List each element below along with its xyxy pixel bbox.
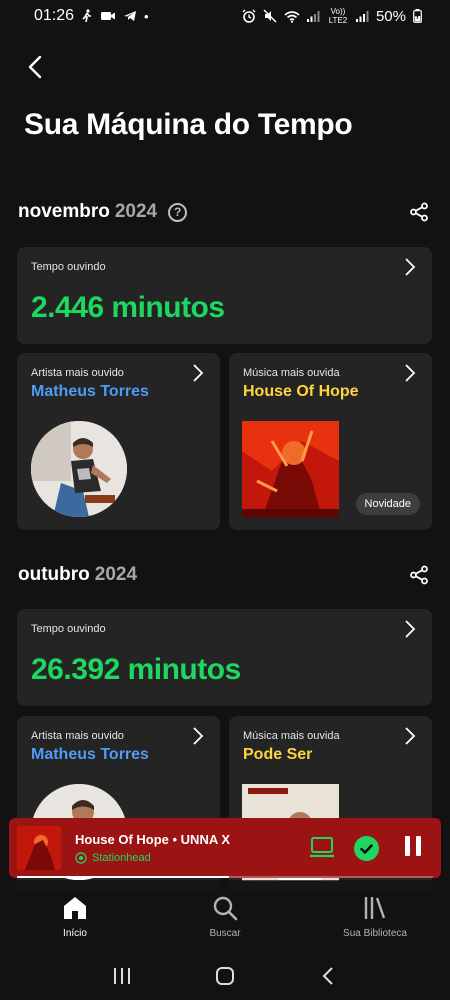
chevron-right-icon — [405, 727, 416, 745]
nav-item-library[interactable]: Sua Biblioteca — [325, 894, 425, 939]
minutes-value: 2.446 minutos — [31, 291, 225, 324]
top-song-name: Pode Ser — [243, 746, 313, 763]
album-cover — [242, 421, 339, 518]
mini-player[interactable]: House Of Hope • UNNA X Stationhead — [9, 818, 441, 878]
nav-label-library: Sua Biblioteca — [343, 928, 407, 939]
chevron-right-icon — [405, 364, 416, 382]
recent-apps-icon — [113, 968, 130, 984]
top-artist-name: Matheus Torres — [31, 746, 149, 763]
broadcast-icon — [75, 852, 87, 864]
battery-percent: 50% — [375, 7, 406, 25]
help-icon[interactable]: ? — [168, 202, 188, 222]
nav-item-home[interactable]: Início — [25, 894, 125, 939]
top-song-label: Música mais ouvida — [243, 730, 340, 742]
top-artist-label: Artista mais ouvido — [31, 367, 124, 379]
pause-button[interactable] — [402, 836, 424, 860]
signal-icon-2 — [355, 11, 369, 22]
chevron-left-icon — [322, 967, 334, 985]
alarm-icon — [242, 9, 256, 23]
home-system-button[interactable] — [207, 958, 243, 994]
minutes-value: 26.392 minutos — [31, 653, 241, 686]
month-label: outubro 2024 — [18, 564, 137, 586]
recent-apps-button[interactable] — [104, 958, 140, 994]
nav-label-home: Início — [63, 928, 87, 939]
chevron-right-icon — [405, 258, 416, 276]
artist-photo — [31, 421, 127, 517]
month-header: outubro 2024 — [18, 560, 432, 590]
month-header: novembro 2024 ? — [18, 197, 432, 227]
liked-button[interactable] — [354, 836, 379, 861]
check-icon — [360, 843, 373, 854]
top-song-name: House Of Hope — [243, 383, 359, 400]
listening-time-label: Tempo ouvindo — [31, 623, 106, 635]
pause-icon — [405, 836, 410, 856]
chevron-right-icon — [193, 364, 204, 382]
share-icon — [410, 565, 428, 585]
device-icon — [310, 837, 334, 858]
playback-progress-fill — [17, 876, 230, 878]
chevron-right-icon — [193, 727, 204, 745]
walking-icon — [82, 9, 92, 23]
top-song-card[interactable]: Música mais ouvida House Of Hope Novidad… — [229, 353, 432, 530]
back-button[interactable] — [20, 52, 50, 82]
status-time: 01:26 — [34, 7, 75, 24]
network-label: Vo)) LTE2 — [328, 7, 348, 25]
connect-device-button[interactable] — [309, 836, 335, 860]
listening-time-card[interactable]: Tempo ouvindo 2.446 minutos — [17, 247, 432, 344]
listening-time-label: Tempo ouvindo — [31, 261, 106, 273]
month-label: novembro 2024 ? — [18, 201, 188, 223]
new-badge: Novidade — [355, 493, 420, 515]
month-name: novembro — [18, 201, 110, 222]
status-right: Vo)) LTE2 50% — [242, 7, 422, 25]
home-system-icon — [215, 967, 234, 985]
chevron-left-icon — [28, 55, 42, 79]
signal-icon — [306, 11, 320, 22]
share-icon — [410, 202, 428, 222]
nav-item-search[interactable]: Buscar — [175, 894, 275, 939]
now-playing-cover — [17, 826, 61, 870]
share-button[interactable] — [406, 562, 432, 588]
dot-icon: • — [144, 8, 149, 24]
playback-progress[interactable] — [17, 876, 433, 878]
top-artist-card[interactable]: Artista mais ouvido Matheus Torres — [17, 353, 220, 530]
month-year: 2024 — [114, 201, 158, 222]
video-icon — [101, 12, 116, 20]
wifi-icon — [284, 10, 300, 23]
top-artist-label: Artista mais ouvido — [31, 730, 124, 742]
mute-icon — [263, 9, 277, 23]
page-title: Sua Máquina do Tempo — [24, 108, 353, 141]
system-nav-bar — [0, 952, 450, 1000]
share-button[interactable] — [406, 199, 432, 225]
bottom-nav: Início Buscar Sua Biblioteca — [0, 880, 450, 952]
nav-label-search: Buscar — [209, 928, 241, 939]
listening-time-card[interactable]: Tempo ouvindo 26.392 minutos — [17, 609, 432, 706]
top-song-label: Música mais ouvida — [243, 367, 340, 379]
top-artist-name: Matheus Torres — [31, 383, 149, 400]
now-playing-source-label: Stationhead — [92, 852, 151, 864]
search-icon — [211, 894, 239, 922]
now-playing-title: House Of Hope • UNNA X — [75, 832, 231, 847]
battery-icon — [413, 9, 422, 23]
month-name: outubro — [18, 564, 90, 585]
status-left: 01:26 • — [34, 7, 149, 25]
telegram-icon — [124, 11, 137, 21]
chevron-right-icon — [405, 620, 416, 638]
library-icon — [361, 894, 389, 922]
month-year: 2024 — [94, 564, 138, 585]
system-back-button[interactable] — [310, 958, 346, 994]
status-bar: 01:26 • Vo)) LTE2 50% — [0, 0, 450, 32]
home-icon — [61, 894, 89, 922]
now-playing-source: Stationhead — [75, 852, 151, 864]
